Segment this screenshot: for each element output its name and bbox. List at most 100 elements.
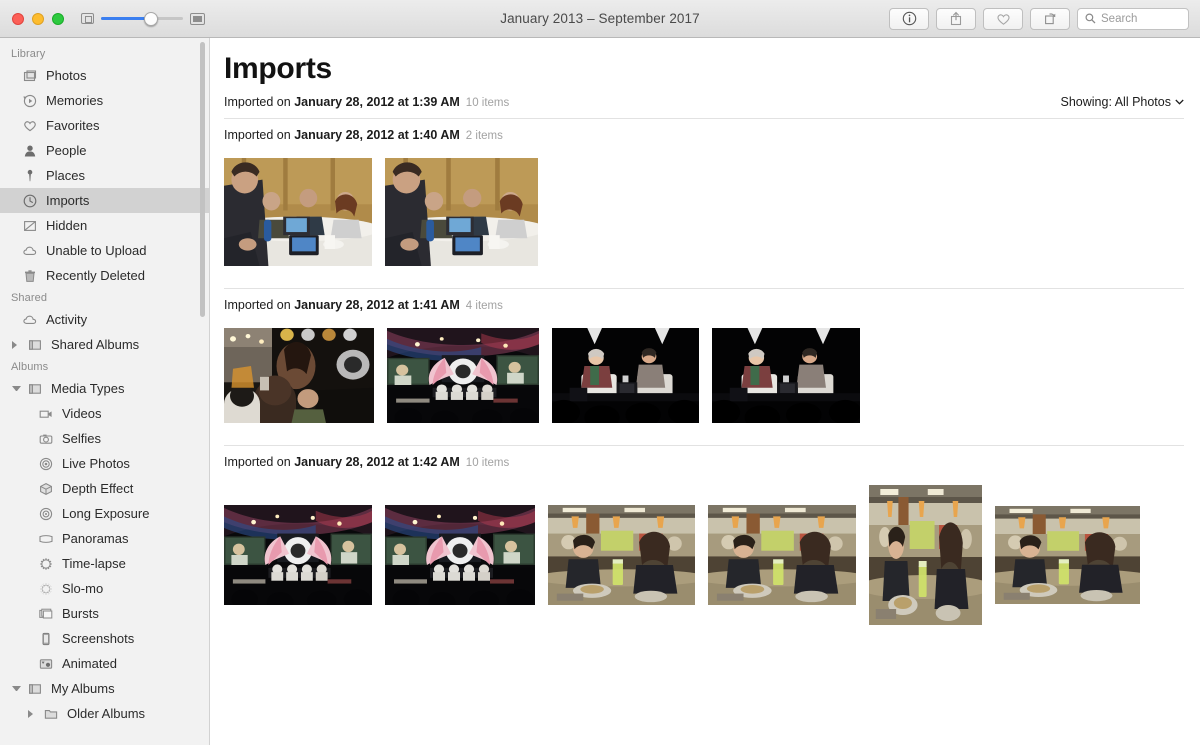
top-import-header: Imported on January 28, 2012 at 1:39 AM …: [224, 86, 1200, 118]
disclosure-triangle-open-icon[interactable]: [12, 386, 21, 391]
sidebar-item-label: Shared Albums: [51, 337, 140, 352]
close-button[interactable]: [12, 12, 24, 25]
sidebar-item-label: Long Exposure: [62, 506, 150, 521]
pin-icon: [22, 168, 38, 184]
photos-icon: [22, 68, 38, 84]
sidebar-item-favorites[interactable]: Favorites: [0, 113, 209, 138]
sidebar-item-places[interactable]: Places: [0, 163, 209, 188]
sidebar-item-depth-effect[interactable]: Depth Effect: [0, 476, 209, 501]
sidebar-item-recently-deleted[interactable]: Recently Deleted: [0, 263, 209, 288]
disclosure-triangle-closed-icon[interactable]: [28, 709, 37, 718]
photo-thumbnail[interactable]: [712, 328, 860, 423]
sidebar-item-media-types[interactable]: Media Types: [0, 376, 209, 401]
sidebar-item-videos[interactable]: Videos: [0, 401, 209, 426]
sidebar-item-label: People: [46, 143, 87, 158]
sidebar-item-live-photos[interactable]: Live Photos: [0, 451, 209, 476]
sidebar-item-label: Depth Effect: [62, 481, 134, 496]
sidebar-item-older-albums[interactable]: Older Albums: [0, 701, 209, 726]
photo-thumbnail[interactable]: [224, 158, 372, 266]
sidebar-item-label: Slo-mo: [62, 581, 104, 596]
minimize-button[interactable]: [32, 12, 44, 25]
import-group-count: 10 items: [465, 457, 510, 469]
sidebar-section-header: Library: [11, 48, 46, 60]
sidebar-item-unable-to-upload[interactable]: Unable to Upload: [0, 238, 209, 263]
sidebar-item-imports[interactable]: Imports: [0, 188, 209, 213]
sidebar-item-label: Photos: [46, 68, 87, 83]
animated-icon: [38, 656, 54, 672]
photo-thumbnail[interactable]: [995, 506, 1140, 604]
sidebar-item-selfies[interactable]: Selfies: [0, 426, 209, 451]
photo-thumbnail[interactable]: [552, 328, 699, 423]
photo-thumbnail[interactable]: [548, 505, 695, 605]
import-group-label: Imported on January 28, 2012 at 1:40 AM: [224, 128, 460, 142]
disclosure-triangle-open-icon[interactable]: [12, 686, 21, 691]
zoom-slider[interactable]: [101, 11, 183, 26]
zoom-slider-knob[interactable]: [143, 11, 158, 26]
sidebar-item-label: Activity: [46, 312, 88, 327]
sidebar-item-label: Bursts: [62, 606, 99, 621]
photo-thumbnail[interactable]: [387, 328, 539, 423]
photo-thumbnail[interactable]: [385, 158, 538, 266]
sidebar-item-hidden[interactable]: Hidden: [0, 213, 209, 238]
photo-thumbnail[interactable]: [385, 505, 535, 605]
titlebar: January 2013 – September 2017 Search: [0, 0, 1200, 38]
showing-filter[interactable]: Showing: All Photos: [1061, 95, 1185, 109]
sidebar-item-slo-mo[interactable]: Slo-mo: [0, 576, 209, 601]
sidebar-item-shared-albums[interactable]: Shared Albums: [0, 332, 209, 357]
sidebar-item-long-exposure[interactable]: Long Exposure: [0, 501, 209, 526]
memories-icon: [22, 93, 38, 109]
sidebar: Library Photos Memories Favorites People Plac…: [0, 38, 210, 745]
sidebar-item-time-lapse[interactable]: Time-lapse: [0, 551, 209, 576]
chevron-down-icon: [1175, 99, 1184, 105]
sidebar-item-activity[interactable]: Activity: [0, 307, 209, 332]
photo-thumbnail[interactable]: [708, 505, 856, 605]
info-button[interactable]: [889, 7, 929, 30]
album-icon: [27, 337, 43, 353]
sidebar-item-label: Places: [46, 168, 86, 183]
photo-thumbnail[interactable]: [224, 328, 374, 423]
sidebar-item-memories[interactable]: Memories: [0, 88, 209, 113]
screenshot-icon: [38, 631, 54, 647]
import-group-count: 4 items: [465, 300, 503, 312]
disclosure-triangle-closed-icon[interactable]: [12, 340, 21, 349]
sidebar-item-my-albums[interactable]: My Albums: [0, 676, 209, 701]
sidebar-scrollbar[interactable]: [200, 42, 205, 317]
sidebar-item-bursts[interactable]: Bursts: [0, 601, 209, 626]
long-exposure-icon: [38, 506, 54, 522]
photo-thumbnail[interactable]: [224, 505, 372, 605]
sidebar-item-people[interactable]: People: [0, 138, 209, 163]
sidebar-item-label: Imports: [46, 193, 90, 208]
showing-label: Showing: All Photos: [1060, 95, 1172, 109]
sidebar-section-header: Shared: [11, 292, 48, 304]
sidebar-item-label: Screenshots: [62, 631, 135, 646]
top-import-count: 10 items: [465, 97, 510, 109]
favorite-button[interactable]: [983, 7, 1023, 30]
photo-row: [224, 142, 1200, 288]
import-group: Imported on January 28, 2012 at 1:40 AM 2…: [224, 119, 1200, 289]
clock-icon: [22, 193, 38, 209]
sidebar-item-label: Selfies: [62, 431, 102, 446]
photo-thumbnail[interactable]: [869, 485, 982, 625]
sidebar-item-screenshots[interactable]: Screenshots: [0, 626, 209, 651]
timelapse-icon: [38, 556, 54, 572]
bursts-icon: [38, 606, 54, 622]
sidebar-item-label: Animated: [62, 656, 117, 671]
sidebar-item-label: Favorites: [46, 118, 100, 133]
share-button[interactable]: [936, 7, 976, 30]
search-input[interactable]: Search: [1077, 7, 1189, 30]
cloud-icon: [22, 243, 38, 259]
cloud-icon: [22, 312, 38, 328]
sidebar-item-label: Recently Deleted: [46, 268, 145, 283]
sidebar-item-panoramas[interactable]: Panoramas: [0, 526, 209, 551]
rotate-button[interactable]: [1030, 7, 1070, 30]
sidebar-item-animated[interactable]: Animated: [0, 651, 209, 676]
sidebar-item-photos[interactable]: Photos: [0, 63, 209, 88]
search-icon: [1085, 13, 1096, 24]
page-title: Imports: [224, 52, 332, 85]
import-group-label: Imported on January 28, 2012 at 1:41 AM: [224, 298, 460, 312]
window-body: Library Photos Memories Favorites People Plac…: [0, 38, 1200, 745]
maximize-button[interactable]: [52, 12, 64, 25]
window-controls: [0, 12, 64, 25]
import-group-header: Imported on January 28, 2012 at 1:40 AM 2…: [224, 128, 1200, 142]
thumbnail-zoom-control[interactable]: [81, 11, 205, 26]
